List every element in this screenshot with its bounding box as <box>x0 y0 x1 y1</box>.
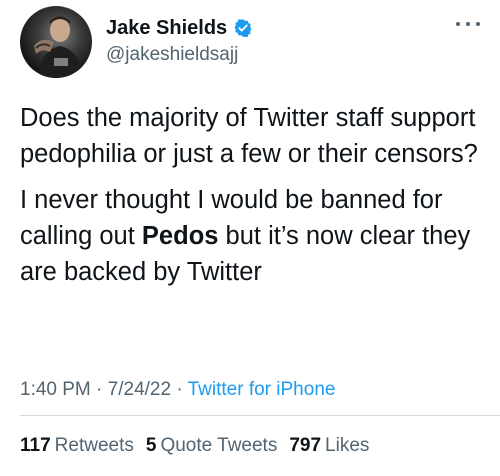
retweets-count: 117 <box>20 435 51 456</box>
likes-count: 797 <box>289 435 322 456</box>
tweet-emphasis: Pedos <box>141 222 219 250</box>
tweet-stats: 117 Retweets 5 Quote Tweets 797 Likes <box>20 434 369 458</box>
more-options-icon[interactable] <box>456 14 480 34</box>
avatar-photo <box>34 16 82 78</box>
author-names: Jake Shields @jakeshieldsajj <box>106 16 253 68</box>
retweets-stat[interactable]: 117 Retweets <box>20 434 134 458</box>
meta-separator: · <box>176 379 183 400</box>
likes-stat[interactable]: 797 Likes <box>289 434 369 458</box>
meta-separator: · <box>96 379 103 400</box>
tweet-text: Does the majority of Twitter staff suppo… <box>20 100 480 290</box>
tweet-paragraph-2: I never thought I would be banned for ca… <box>20 182 480 290</box>
divider <box>20 415 500 416</box>
quote-tweets-count: 5 <box>145 435 157 456</box>
quote-tweets-label: Quote Tweets <box>160 435 278 456</box>
tweet-source-link[interactable]: Twitter for iPhone <box>188 379 336 400</box>
tweet-paragraph-1: Does the majority of Twitter staff suppo… <box>20 104 478 168</box>
display-name-row: Jake Shields <box>106 16 253 40</box>
display-name[interactable]: Jake Shields <box>106 16 227 40</box>
tweet-time[interactable]: 1:40 PM <box>20 379 91 400</box>
tweet-header: Jake Shields @jakeshieldsajj <box>20 6 480 80</box>
verified-badge-icon <box>233 18 253 38</box>
quote-tweets-stat[interactable]: 5 Quote Tweets <box>146 434 277 458</box>
likes-label: Likes <box>325 435 370 456</box>
avatar[interactable] <box>20 6 92 78</box>
retweets-label: Retweets <box>54 435 134 456</box>
tweet-meta: 1:40 PM · 7/24/22 · Twitter for iPhone <box>20 378 335 402</box>
author-handle[interactable]: @jakeshieldsajj <box>106 42 253 68</box>
tweet-date[interactable]: 7/24/22 <box>108 379 171 400</box>
tweet-card: Jake Shields @jakeshieldsajj Does the ma… <box>0 0 500 476</box>
